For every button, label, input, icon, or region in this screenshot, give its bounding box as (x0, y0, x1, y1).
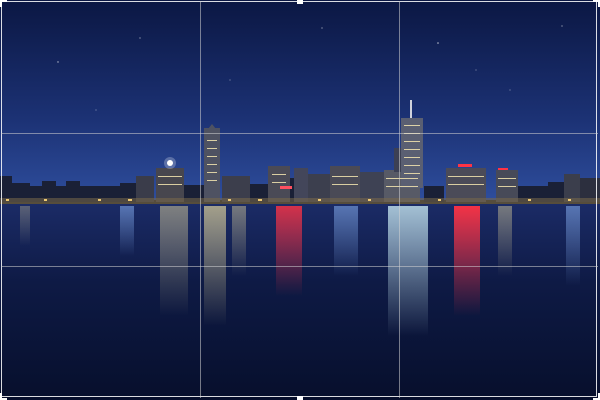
crop-handle-top[interactable] (297, 0, 303, 4)
crop-handle-top-left[interactable] (0, 0, 7, 7)
crop-frame[interactable] (1, 1, 597, 397)
grid-line-vertical-1 (200, 1, 201, 398)
photo-canvas[interactable] (0, 0, 600, 400)
grid-line-horizontal-2 (1, 266, 598, 267)
grid-line-horizontal-1 (1, 133, 598, 134)
crop-handle-bottom-left[interactable] (0, 393, 7, 400)
crop-handle-bottom[interactable] (297, 396, 303, 400)
crop-handle-bottom-right[interactable] (593, 393, 600, 400)
crop-handle-top-right[interactable] (593, 0, 600, 7)
grid-line-vertical-2 (399, 1, 400, 398)
